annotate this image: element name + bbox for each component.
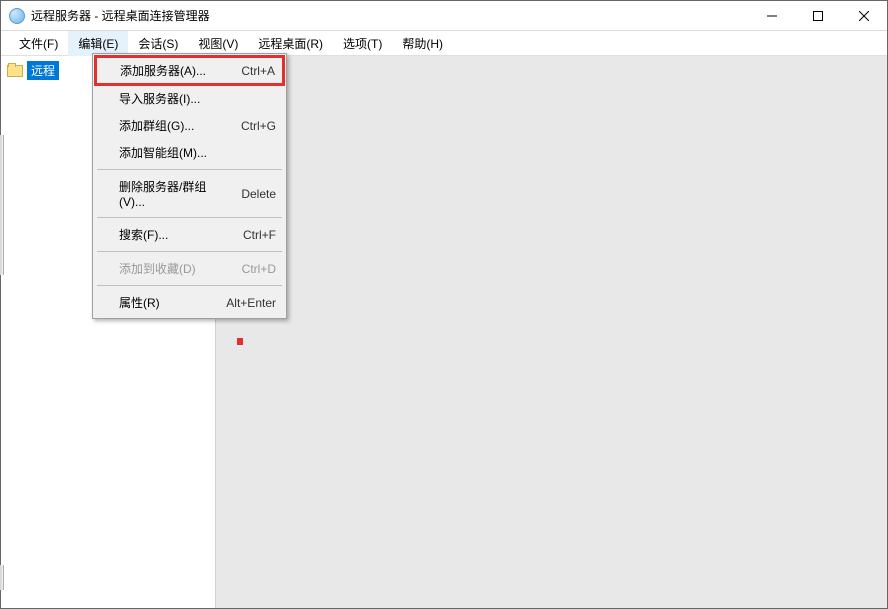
- menu-import-server[interactable]: 导入服务器(I)...: [95, 85, 284, 112]
- menu-properties[interactable]: 属性(R) Alt+Enter: [95, 289, 284, 316]
- menu-item-shortcut: Ctrl+G: [241, 119, 276, 133]
- menu-item-shortcut: Ctrl+D: [242, 262, 276, 276]
- menu-separator: [97, 251, 282, 252]
- menu-remote-desktop[interactable]: 远程桌面(R): [248, 31, 333, 56]
- menu-view[interactable]: 视图(V): [188, 31, 248, 56]
- tree-root-label: 远程: [27, 61, 59, 80]
- menu-search[interactable]: 搜索(F)... Ctrl+F: [95, 221, 284, 248]
- maximize-button[interactable]: [795, 1, 841, 30]
- menu-item-label: 添加到收藏(D): [119, 260, 230, 277]
- menu-file[interactable]: 文件(F): [9, 31, 68, 56]
- window-controls: [749, 1, 887, 30]
- menu-add-favorites: 添加到收藏(D) Ctrl+D: [95, 255, 284, 282]
- app-icon: [9, 8, 25, 24]
- main-content: [216, 56, 887, 608]
- menu-add-server[interactable]: 添加服务器(A)... Ctrl+A: [94, 55, 285, 86]
- red-marker: [237, 338, 243, 345]
- menu-item-shortcut: Alt+Enter: [226, 296, 276, 310]
- menu-item-label: 搜索(F)...: [119, 226, 231, 243]
- menu-add-smart-group[interactable]: 添加智能组(M)...: [95, 139, 284, 166]
- menu-item-label: 添加服务器(A)...: [120, 62, 229, 79]
- folder-icon: [7, 65, 23, 77]
- menu-options[interactable]: 选项(T): [333, 31, 392, 56]
- menu-separator: [97, 285, 282, 286]
- menu-separator: [97, 169, 282, 170]
- menu-item-shortcut: Delete: [241, 187, 276, 201]
- titlebar: 远程服务器 - 远程桌面连接管理器: [1, 1, 887, 31]
- menu-separator: [97, 217, 282, 218]
- menu-edit[interactable]: 编辑(E): [68, 31, 128, 56]
- menu-item-label: 导入服务器(I)...: [119, 90, 276, 107]
- menu-item-shortcut: Ctrl+A: [241, 64, 275, 78]
- menu-item-label: 删除服务器/群组(V)...: [119, 178, 229, 209]
- menu-add-group[interactable]: 添加群组(G)... Ctrl+G: [95, 112, 284, 139]
- menu-session[interactable]: 会话(S): [128, 31, 188, 56]
- left-panel-tab-bottom[interactable]: [0, 565, 4, 590]
- window-title: 远程服务器 - 远程桌面连接管理器: [31, 7, 749, 24]
- menu-help[interactable]: 帮助(H): [392, 31, 453, 56]
- left-panel-tab[interactable]: [0, 135, 4, 275]
- menu-item-label: 添加群组(G)...: [119, 117, 229, 134]
- menu-delete-server-group[interactable]: 删除服务器/群组(V)... Delete: [95, 173, 284, 214]
- minimize-button[interactable]: [749, 1, 795, 30]
- menu-item-label: 添加智能组(M)...: [119, 144, 276, 161]
- edit-dropdown-menu: 添加服务器(A)... Ctrl+A 导入服务器(I)... 添加群组(G)..…: [92, 53, 287, 319]
- menu-item-shortcut: Ctrl+F: [243, 228, 276, 242]
- close-button[interactable]: [841, 1, 887, 30]
- menu-item-label: 属性(R): [119, 294, 214, 311]
